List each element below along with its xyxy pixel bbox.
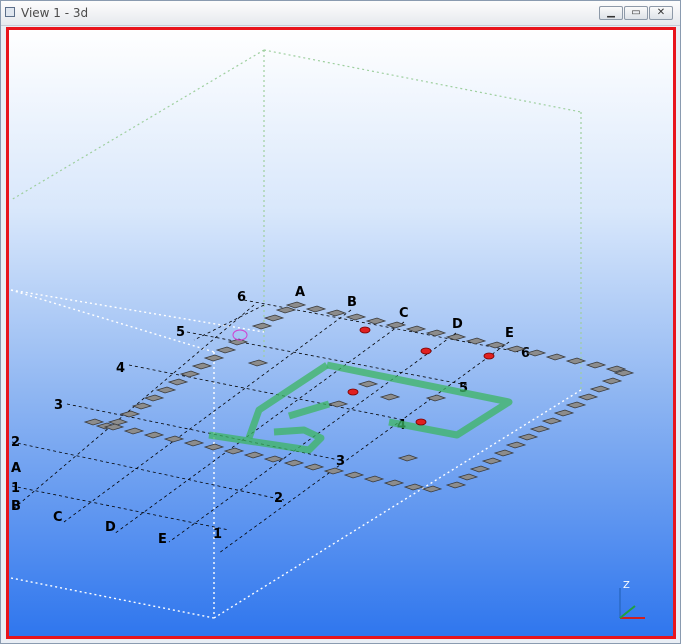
model-viewport[interactable]: A B C D E 6 5 4 3 2 1 A B C D E 6 5 4 3 [6,27,676,639]
grid-label-top-e: E [505,326,514,341]
selection-marker [232,329,248,341]
grid-label-bottom-a: A [11,461,21,476]
grid-label-top-b: B [347,295,357,310]
bounding-box-front [10,289,582,619]
grid-label-bottom-c: C [53,510,63,525]
grid-labels: A B C D E 6 5 4 3 2 1 A B C D E 6 5 4 3 [11,285,530,547]
grid-label-right-2: 2 [274,491,283,506]
grid-label-top-a: A [295,285,305,300]
restore-button[interactable]: ▭ [624,6,648,20]
grid-label-left-5: 5 [176,325,185,340]
grid-label-bottom-e: E [158,532,167,547]
grid-label-left-1: 1 [11,481,20,496]
bounding-box [10,49,582,390]
grid-label-left-2: 2 [11,435,20,450]
grid-label-left-4: 4 [116,361,125,376]
3d-view-window: View 1 - 3d ▁ ▭ ✕ A B C D E 6 5 4 3 2 1 … [0,0,681,644]
minimize-icon: ▁ [607,7,615,18]
grid-label-bottom-d: D [105,520,116,535]
grid-label-top-c: C [399,306,409,321]
close-icon: ✕ [656,7,666,18]
restore-icon: ▭ [631,7,641,18]
grid-label-left-3: 3 [54,398,63,413]
window-title: View 1 - 3d [21,6,89,20]
grid-lines [11,299,520,554]
grid-label-bottom-b: B [11,499,21,514]
minimize-button[interactable]: ▁ [599,6,623,20]
axis-z-label: Z [623,580,630,591]
grid-label-right-1: 1 [213,527,222,542]
title-bar[interactable]: View 1 - 3d ▁ ▭ ✕ [1,1,680,26]
perimeter-footings [83,301,635,493]
axis-triad-icon[interactable]: Z [619,580,645,619]
grid-label-right-3: 3 [336,454,345,469]
grid-label-top-d: D [452,317,463,332]
beam-structure [208,361,513,454]
grid-label-left-6: 6 [237,290,246,305]
model-scene: A B C D E 6 5 4 3 2 1 A B C D E 6 5 4 3 [10,49,645,619]
close-button[interactable]: ✕ [649,6,673,20]
view-icon [5,7,15,17]
